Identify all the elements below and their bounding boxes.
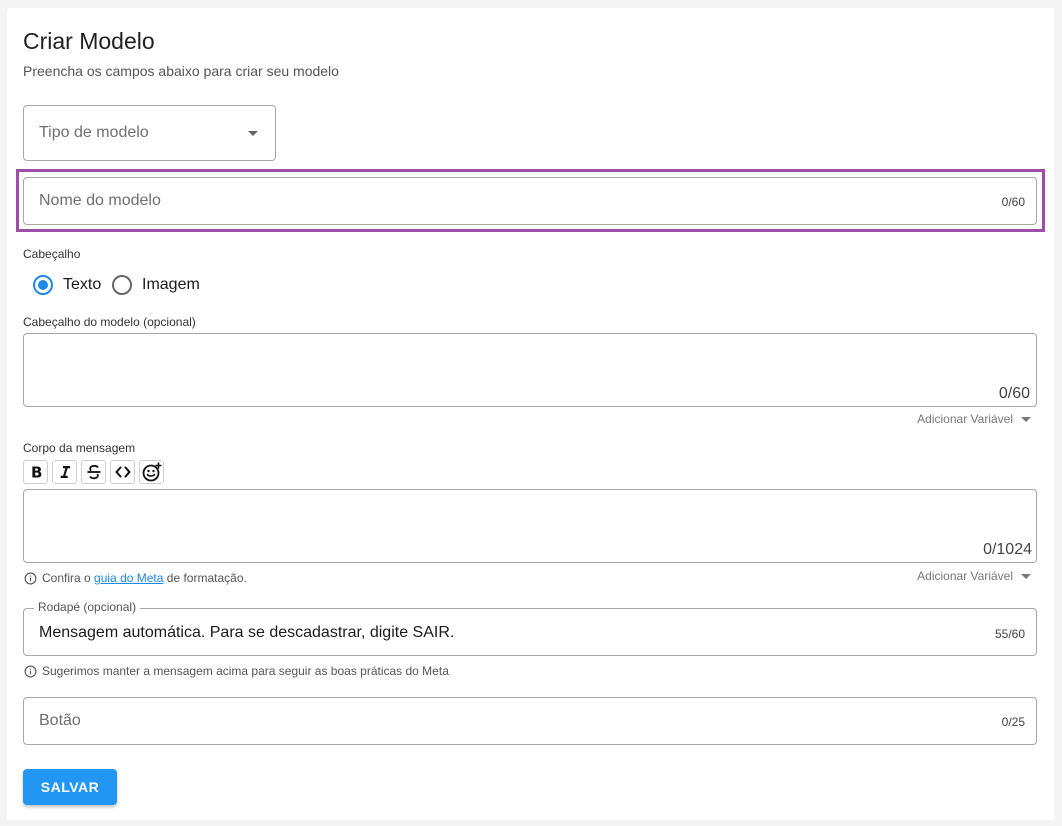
italic-button[interactable]	[52, 460, 77, 484]
emoji-add-icon	[142, 462, 161, 482]
info-suffix: de formatação.	[166, 571, 247, 585]
footer-value: Mensagem automática. Para se descadastra…	[39, 624, 455, 641]
model-name-counter: 0/60	[1001, 195, 1025, 209]
info-prefix: Confira o	[42, 571, 91, 585]
chevron-down-icon	[1021, 416, 1031, 422]
model-name-input[interactable]: Nome do modelo 0/60	[23, 177, 1037, 225]
code-button[interactable]	[110, 460, 135, 484]
body-add-variable-button[interactable]: Adicionar Variável	[917, 569, 1031, 583]
model-name-placeholder: Nome do modelo	[39, 192, 161, 209]
chevron-down-icon	[248, 131, 258, 136]
meta-guide-link[interactable]: guia do Meta	[94, 571, 163, 585]
model-type-select[interactable]: Tipo de modelo	[23, 105, 276, 161]
add-variable-label: Adicionar Variável	[917, 569, 1013, 583]
radio-checked-icon[interactable]	[33, 275, 53, 295]
formatting-toolbar: B	[23, 460, 164, 484]
model-type-placeholder: Tipo de modelo	[39, 124, 149, 141]
body-counter: 0/1024	[983, 541, 1032, 558]
body-textarea[interactable]: 0/1024	[23, 489, 1037, 563]
radio-option-texto[interactable]: Texto	[33, 275, 101, 295]
header-add-variable-button[interactable]: Adicionar Variável	[917, 412, 1031, 426]
footer-input[interactable]: Mensagem automática. Para se descadastra…	[23, 608, 1037, 656]
emoji-button[interactable]	[139, 460, 164, 484]
info-icon	[24, 665, 37, 677]
strikethrough-button[interactable]	[81, 460, 106, 484]
radio-option-imagem[interactable]: Imagem	[112, 275, 200, 295]
header-counter: 0/60	[998, 385, 1030, 402]
radio-unchecked-icon[interactable]	[112, 275, 132, 295]
bold-icon: B	[31, 464, 42, 480]
bold-button[interactable]: B	[23, 460, 48, 484]
header-section-label: Cabeçalho	[23, 247, 81, 261]
footer-legend: Rodapé (opcional)	[34, 600, 141, 614]
page-title: Criar Modelo	[23, 28, 155, 54]
header-field-label: Cabeçalho do modelo (opcional)	[23, 315, 196, 329]
button-placeholder: Botão	[39, 712, 81, 729]
strikethrough-icon	[87, 464, 100, 480]
footer-info-line: Sugerimos manter a mensagem acima para s…	[24, 664, 449, 678]
italic-icon	[60, 466, 70, 478]
chevron-down-icon	[1021, 573, 1031, 579]
svg-text:B: B	[31, 464, 42, 480]
body-section-label: Corpo da mensagem	[23, 441, 136, 455]
footer-info-text: Sugerimos manter a mensagem acima para s…	[42, 664, 449, 678]
save-button[interactable]: SALVAR	[23, 769, 117, 805]
page-subtitle: Preencha os campos abaixo para criar seu…	[23, 63, 339, 79]
add-variable-label: Adicionar Variável	[917, 412, 1013, 426]
footer-counter: 55/60	[994, 627, 1025, 641]
radio-label-texto: Texto	[63, 276, 102, 293]
radio-label-imagem: Imagem	[142, 276, 200, 293]
body-info-line: Confira o guia do Meta de formatação.	[24, 571, 247, 585]
code-icon	[115, 466, 130, 478]
button-counter: 0/25	[1001, 715, 1025, 729]
form-card: Criar Modelo Preencha os campos abaixo p…	[7, 8, 1054, 820]
info-icon	[24, 572, 37, 584]
button-input[interactable]: Botão 0/25	[23, 697, 1037, 745]
header-textarea[interactable]: 0/60	[23, 333, 1037, 407]
